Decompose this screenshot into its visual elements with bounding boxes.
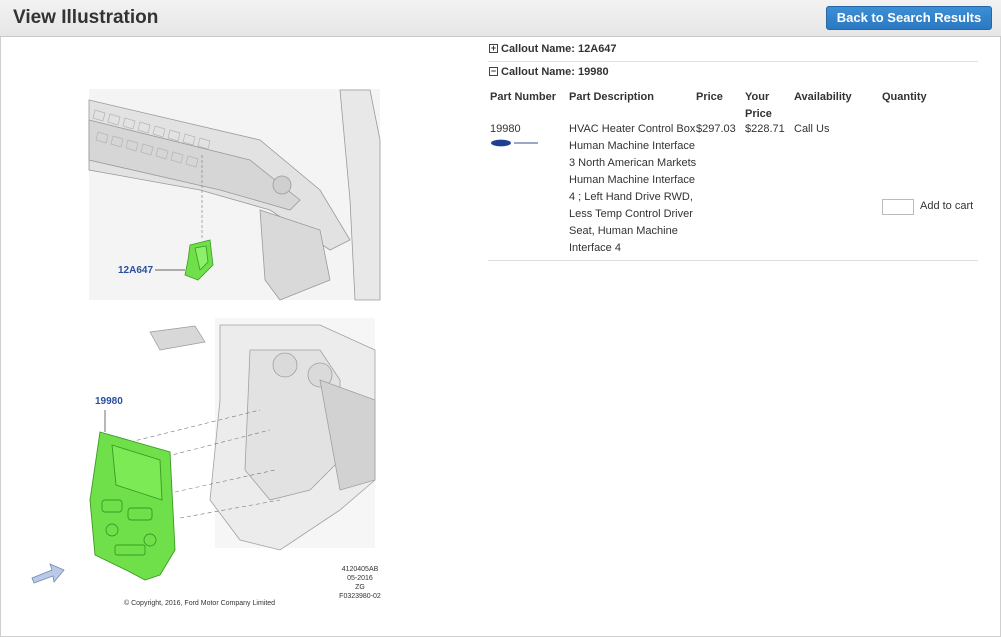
drawing-code-line: 05-2016 — [347, 575, 373, 582]
callout-name[interactable]: Callout Name: 19980 — [501, 66, 609, 78]
description-line: 3 North American Markets — [569, 157, 697, 169]
control-panel-19980 — [89, 431, 176, 581]
add-to-cart-link[interactable]: Add to cart — [920, 200, 973, 212]
your-price-value: $228.71 — [745, 123, 785, 135]
description-line: Human Machine Interface — [569, 174, 695, 186]
col-price: Price — [696, 91, 723, 103]
expand-icon[interactable]: + — [489, 44, 498, 53]
col-part-number: Part Number — [490, 91, 557, 103]
callout-row-12a647[interactable]: + Callout Name: 12A647 — [488, 40, 978, 62]
description-line: Interface 4 — [569, 242, 621, 254]
table-row: 19980 HVAC Heater Control Box Human Mach… — [488, 119, 978, 261]
callout-name[interactable]: Callout Name: 12A647 — [501, 43, 617, 55]
parts-table-header: Part Number Part Description Price Your … — [488, 85, 978, 120]
page-title: View Illustration — [13, 7, 159, 28]
parts-panel: + Callout Name: 12A647 − Callout Name: 1… — [488, 40, 978, 261]
part-description-value: HVAC Heater Control Box Human Machine In… — [569, 121, 699, 257]
collapse-icon[interactable]: − — [489, 67, 498, 76]
drawing-code-line: ZG — [355, 584, 365, 591]
col-your-price: Your Price — [745, 89, 772, 123]
drawing-code: 4120405AB 05-2016 ZG F0323980-02 — [330, 565, 390, 601]
col-availability: Availability — [794, 91, 852, 103]
col-part-description: Part Description — [569, 91, 654, 103]
price-value: $297.03 — [696, 123, 736, 135]
description-line: Seat, Human Machine — [569, 225, 678, 237]
description-line: 4 ; Left Hand Drive RWD, — [569, 191, 693, 203]
description-line: Less Temp Control Driver — [569, 208, 693, 220]
quantity-input[interactable] — [882, 199, 914, 215]
drawing-code-line: 4120405AB — [341, 566, 379, 573]
ford-logo-icon — [491, 139, 538, 147]
direction-arrow-icon — [31, 563, 65, 584]
back-to-search-results-button[interactable]: Back to Search Results — [826, 6, 992, 30]
callout-label-12a647[interactable]: 12A647 — [118, 265, 153, 276]
illustration-drawing — [31, 89, 381, 584]
col-quantity: Quantity — [882, 91, 927, 103]
callout-label-19980[interactable]: 19980 — [95, 396, 123, 407]
parts-illustration: 12A647 19980 4120405AB 05-2016 ZG F03239… — [20, 80, 390, 620]
copyright-text: © Copyright, 2016, Ford Motor Company Li… — [124, 600, 276, 607]
availability-value: Call Us — [794, 123, 830, 135]
small-part-top — [149, 325, 206, 351]
callout-row-19980[interactable]: − Callout Name: 19980 — [488, 63, 978, 85]
col-your-price-line1: Your — [745, 91, 770, 103]
description-line: Human Machine Interface — [569, 140, 695, 152]
drawing-code-line: F0323980-02 — [339, 593, 381, 600]
part-number-value: 19980 — [490, 123, 521, 135]
header-bar: View Illustration Back to Search Results — [0, 0, 1001, 37]
description-line: HVAC Heater Control Box — [569, 123, 696, 135]
